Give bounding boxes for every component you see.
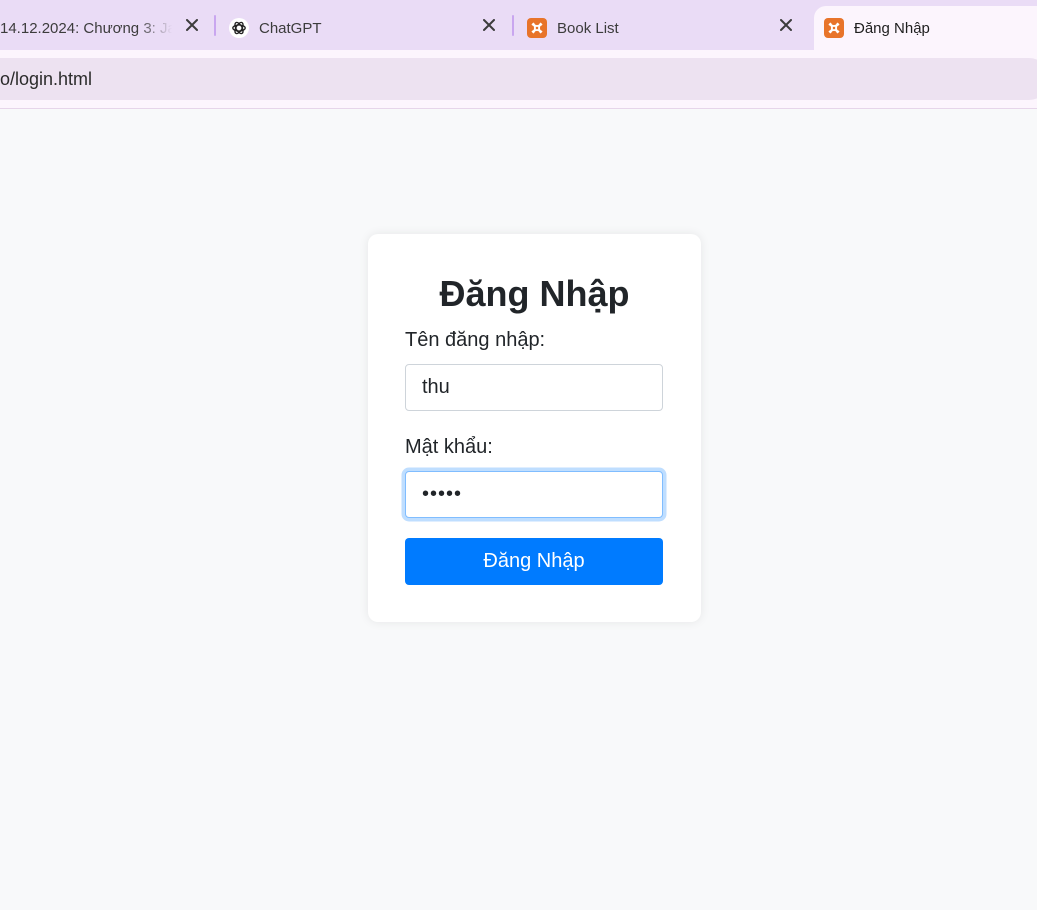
tab-separator [214, 15, 216, 36]
tab-dang-nhap[interactable]: Đăng Nhập [814, 6, 1037, 50]
address-bar-url: o/login.html [0, 68, 93, 89]
tab-title: ChatGPT [259, 19, 322, 37]
tab-strip: 14.12.2024: Chương 3: Java ChatGPT Book … [0, 0, 1037, 50]
password-label: Mật khẩu: [405, 436, 493, 458]
tab-title: Book List [557, 19, 619, 37]
chatgpt-icon [229, 18, 249, 38]
tab-chuong-3-java[interactable]: 14.12.2024: Chương 3: Java [0, 6, 210, 50]
page-viewport: Đăng Nhập Tên đăng nhập: Mật khẩu: Đăng … [0, 109, 1037, 910]
tab-title: Đăng Nhập [854, 19, 930, 37]
login-button[interactable]: Đăng Nhập [405, 538, 663, 585]
browser-toolbar: o/login.html [0, 50, 1037, 108]
xampp-icon [527, 18, 547, 38]
close-tab-icon[interactable] [480, 16, 498, 34]
password-input[interactable] [405, 471, 663, 518]
page-title: Đăng Nhập [439, 273, 630, 314]
tab-title: 14.12.2024: Chương 3: Java [0, 19, 172, 37]
tab-separator [512, 15, 514, 36]
close-tab-icon[interactable] [183, 16, 201, 34]
tab-book-list[interactable]: Book List [527, 6, 807, 50]
tab-chatgpt[interactable]: ChatGPT [229, 6, 509, 50]
address-bar[interactable]: o/login.html [0, 58, 1037, 100]
close-tab-icon[interactable] [777, 16, 795, 34]
login-card: Đăng Nhập Tên đăng nhập: Mật khẩu: Đăng … [368, 234, 701, 622]
xampp-icon [824, 18, 844, 38]
username-input[interactable] [405, 364, 663, 411]
username-label: Tên đăng nhập: [405, 329, 546, 351]
